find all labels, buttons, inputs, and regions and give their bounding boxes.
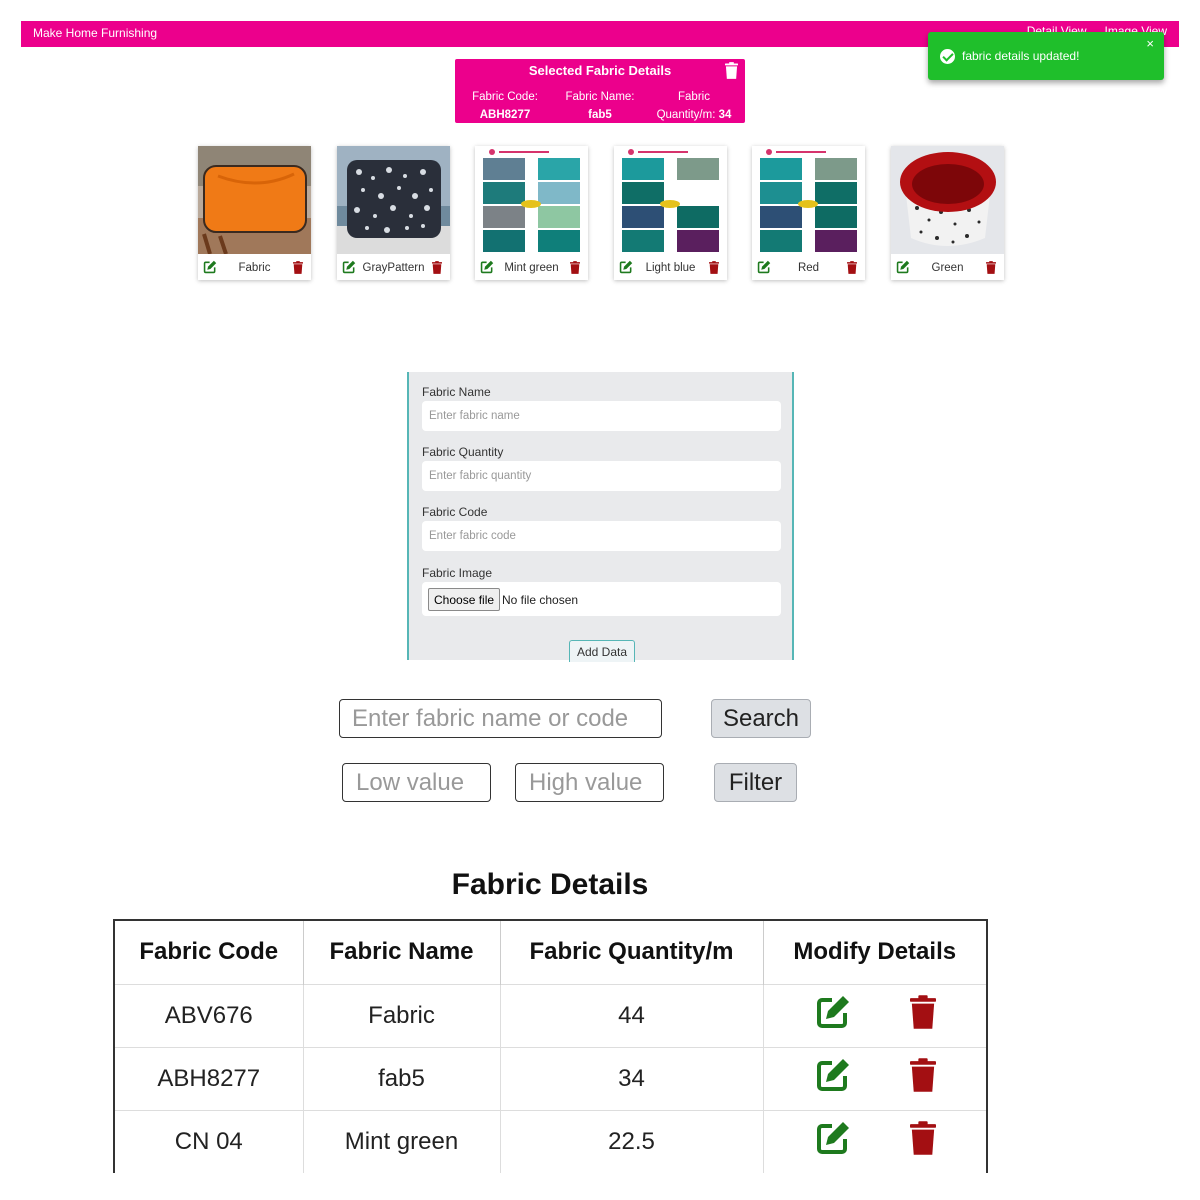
fabric-thumbnail[interactable] (891, 146, 1004, 254)
fabric-name-cell: Mint green (303, 1109, 501, 1173)
card-footer: GrayPattern (337, 258, 450, 278)
fabric-quantity-label: Fabric Quantity (422, 445, 504, 459)
fabric-thumbnail[interactable] (198, 146, 311, 254)
card-label: Light blue (645, 262, 696, 274)
trash-icon[interactable] (910, 1121, 936, 1162)
column-header: Fabric Code (114, 920, 304, 984)
selected-qty-line: Quantity/m: 34 (656, 109, 732, 121)
fabric-code-cell: ABH8277 (114, 1046, 304, 1110)
selected-quantity: Fabric Quantity/m: 34 (651, 88, 737, 124)
card-label: Fabric (238, 262, 271, 274)
edit-icon[interactable] (619, 260, 633, 279)
table-row: ABH8277 fab5 34 (114, 1046, 987, 1110)
edit-icon[interactable] (814, 994, 852, 1037)
trash-icon[interactable] (432, 261, 442, 279)
edit-icon[interactable] (203, 260, 217, 279)
trash-icon[interactable] (570, 261, 580, 279)
choose-file-button[interactable]: Choose file (428, 588, 501, 611)
trash-icon[interactable] (725, 62, 738, 84)
selected-code: Fabric Code: ABH8277 (469, 88, 541, 124)
fabric-quantity-cell: 34 (500, 1046, 764, 1110)
add-fabric-form: Fabric Name Fabric Quantity Fabric Code … (407, 372, 794, 662)
column-header: Modify Details (793, 938, 957, 966)
card-footer: Fabric (198, 258, 311, 278)
modify-cell (763, 983, 987, 1047)
card-footer: Green (891, 258, 1004, 278)
card-label: GrayPattern (362, 262, 425, 274)
gallery-card[interactable]: Red (752, 146, 865, 280)
search-input[interactable] (339, 699, 662, 738)
fabric-code-label: Fabric Code (422, 505, 488, 519)
selected-fabric-panel: Selected Fabric Details Fabric Code: ABH… (455, 59, 745, 123)
gallery-card[interactable]: Green (891, 146, 1004, 280)
fabric-name-input[interactable] (422, 401, 781, 431)
selected-fabric-title: Selected Fabric Details (528, 63, 672, 78)
card-label: Mint green (504, 262, 559, 274)
edit-icon[interactable] (480, 260, 494, 279)
gallery-card[interactable]: GrayPattern (337, 146, 450, 280)
selected-code-value: ABH8277 (479, 109, 531, 121)
card-footer: Red (752, 258, 865, 278)
table-row: CN 04 Mint green 22.5 (114, 1109, 987, 1173)
file-status: No file chosen (502, 593, 579, 607)
brand-link[interactable]: Make Home Furnishing (33, 26, 157, 40)
column-header: Fabric Name (303, 920, 501, 984)
gallery-card[interactable]: Fabric (198, 146, 311, 280)
toast-close-button[interactable]: × (1146, 36, 1154, 51)
trash-icon[interactable] (709, 261, 719, 279)
table-row: ABV676 Fabric 44 (114, 983, 987, 1047)
modify-cell (763, 1046, 987, 1110)
fabric-image-label: Fabric Image (422, 566, 493, 580)
fabric-name-label: Fabric Name (422, 385, 491, 399)
modify-cell (763, 1109, 987, 1173)
table-header-row: Fabric Code Fabric Name Fabric Quantity/… (114, 920, 987, 984)
trash-icon[interactable] (847, 261, 857, 279)
card-footer: Light blue (614, 258, 727, 278)
edit-icon[interactable] (757, 260, 771, 279)
toast-message: fabric details updated! (962, 49, 1080, 63)
file-input: Choose file No file chosen (422, 582, 781, 616)
filter-button[interactable]: Filter (714, 763, 797, 802)
fabric-thumbnail[interactable] (337, 146, 450, 254)
selected-qty-label-1: Fabric (678, 91, 710, 103)
search-button[interactable]: Search (711, 699, 811, 738)
edit-icon[interactable] (814, 1120, 852, 1163)
fabric-thumbnail[interactable] (614, 146, 727, 254)
fabric-code-cell: ABV676 (114, 983, 304, 1047)
selected-name: Fabric Name: fab5 (561, 88, 639, 124)
fabric-name-cell: Fabric (303, 983, 501, 1047)
edit-icon[interactable] (814, 1057, 852, 1100)
trash-icon[interactable] (986, 261, 996, 279)
fabric-thumbnail[interactable] (752, 146, 865, 254)
low-value-input[interactable] (342, 763, 491, 802)
fabric-name-cell: fab5 (303, 1046, 501, 1110)
card-label: Green (931, 262, 964, 274)
success-toast: fabric details updated! × (928, 32, 1164, 80)
edit-icon[interactable] (342, 260, 356, 279)
fabric-code-input[interactable] (422, 521, 781, 551)
trash-icon[interactable] (910, 1058, 936, 1099)
fabric-quantity-input[interactable] (422, 461, 781, 491)
fabric-thumbnail[interactable] (475, 146, 588, 254)
edit-icon[interactable] (896, 260, 910, 279)
card-label: Red (797, 262, 820, 274)
selected-name-label: Fabric Name: (565, 91, 635, 103)
trash-icon[interactable] (910, 995, 936, 1036)
fabric-quantity-cell: 44 (500, 983, 764, 1047)
fabric-code-cell: CN 04 (114, 1109, 304, 1173)
selected-name-value: fab5 (588, 109, 612, 121)
gallery-card[interactable]: Light blue (614, 146, 727, 280)
check-circle-icon (940, 49, 955, 64)
trash-icon[interactable] (293, 261, 303, 279)
card-footer: Mint green (475, 258, 588, 278)
table-title: Fabric Details (451, 868, 649, 901)
column-header: Fabric Quantity/m (500, 920, 764, 984)
high-value-input[interactable] (515, 763, 664, 802)
fabric-quantity-cell: 22.5 (500, 1109, 764, 1173)
gallery-card[interactable]: Mint green (475, 146, 588, 280)
add-data-button[interactable]: Add Data (569, 640, 635, 662)
fabric-table: Fabric Code Fabric Name Fabric Quantity/… (113, 919, 988, 1173)
selected-code-label: Fabric Code: (472, 91, 538, 103)
